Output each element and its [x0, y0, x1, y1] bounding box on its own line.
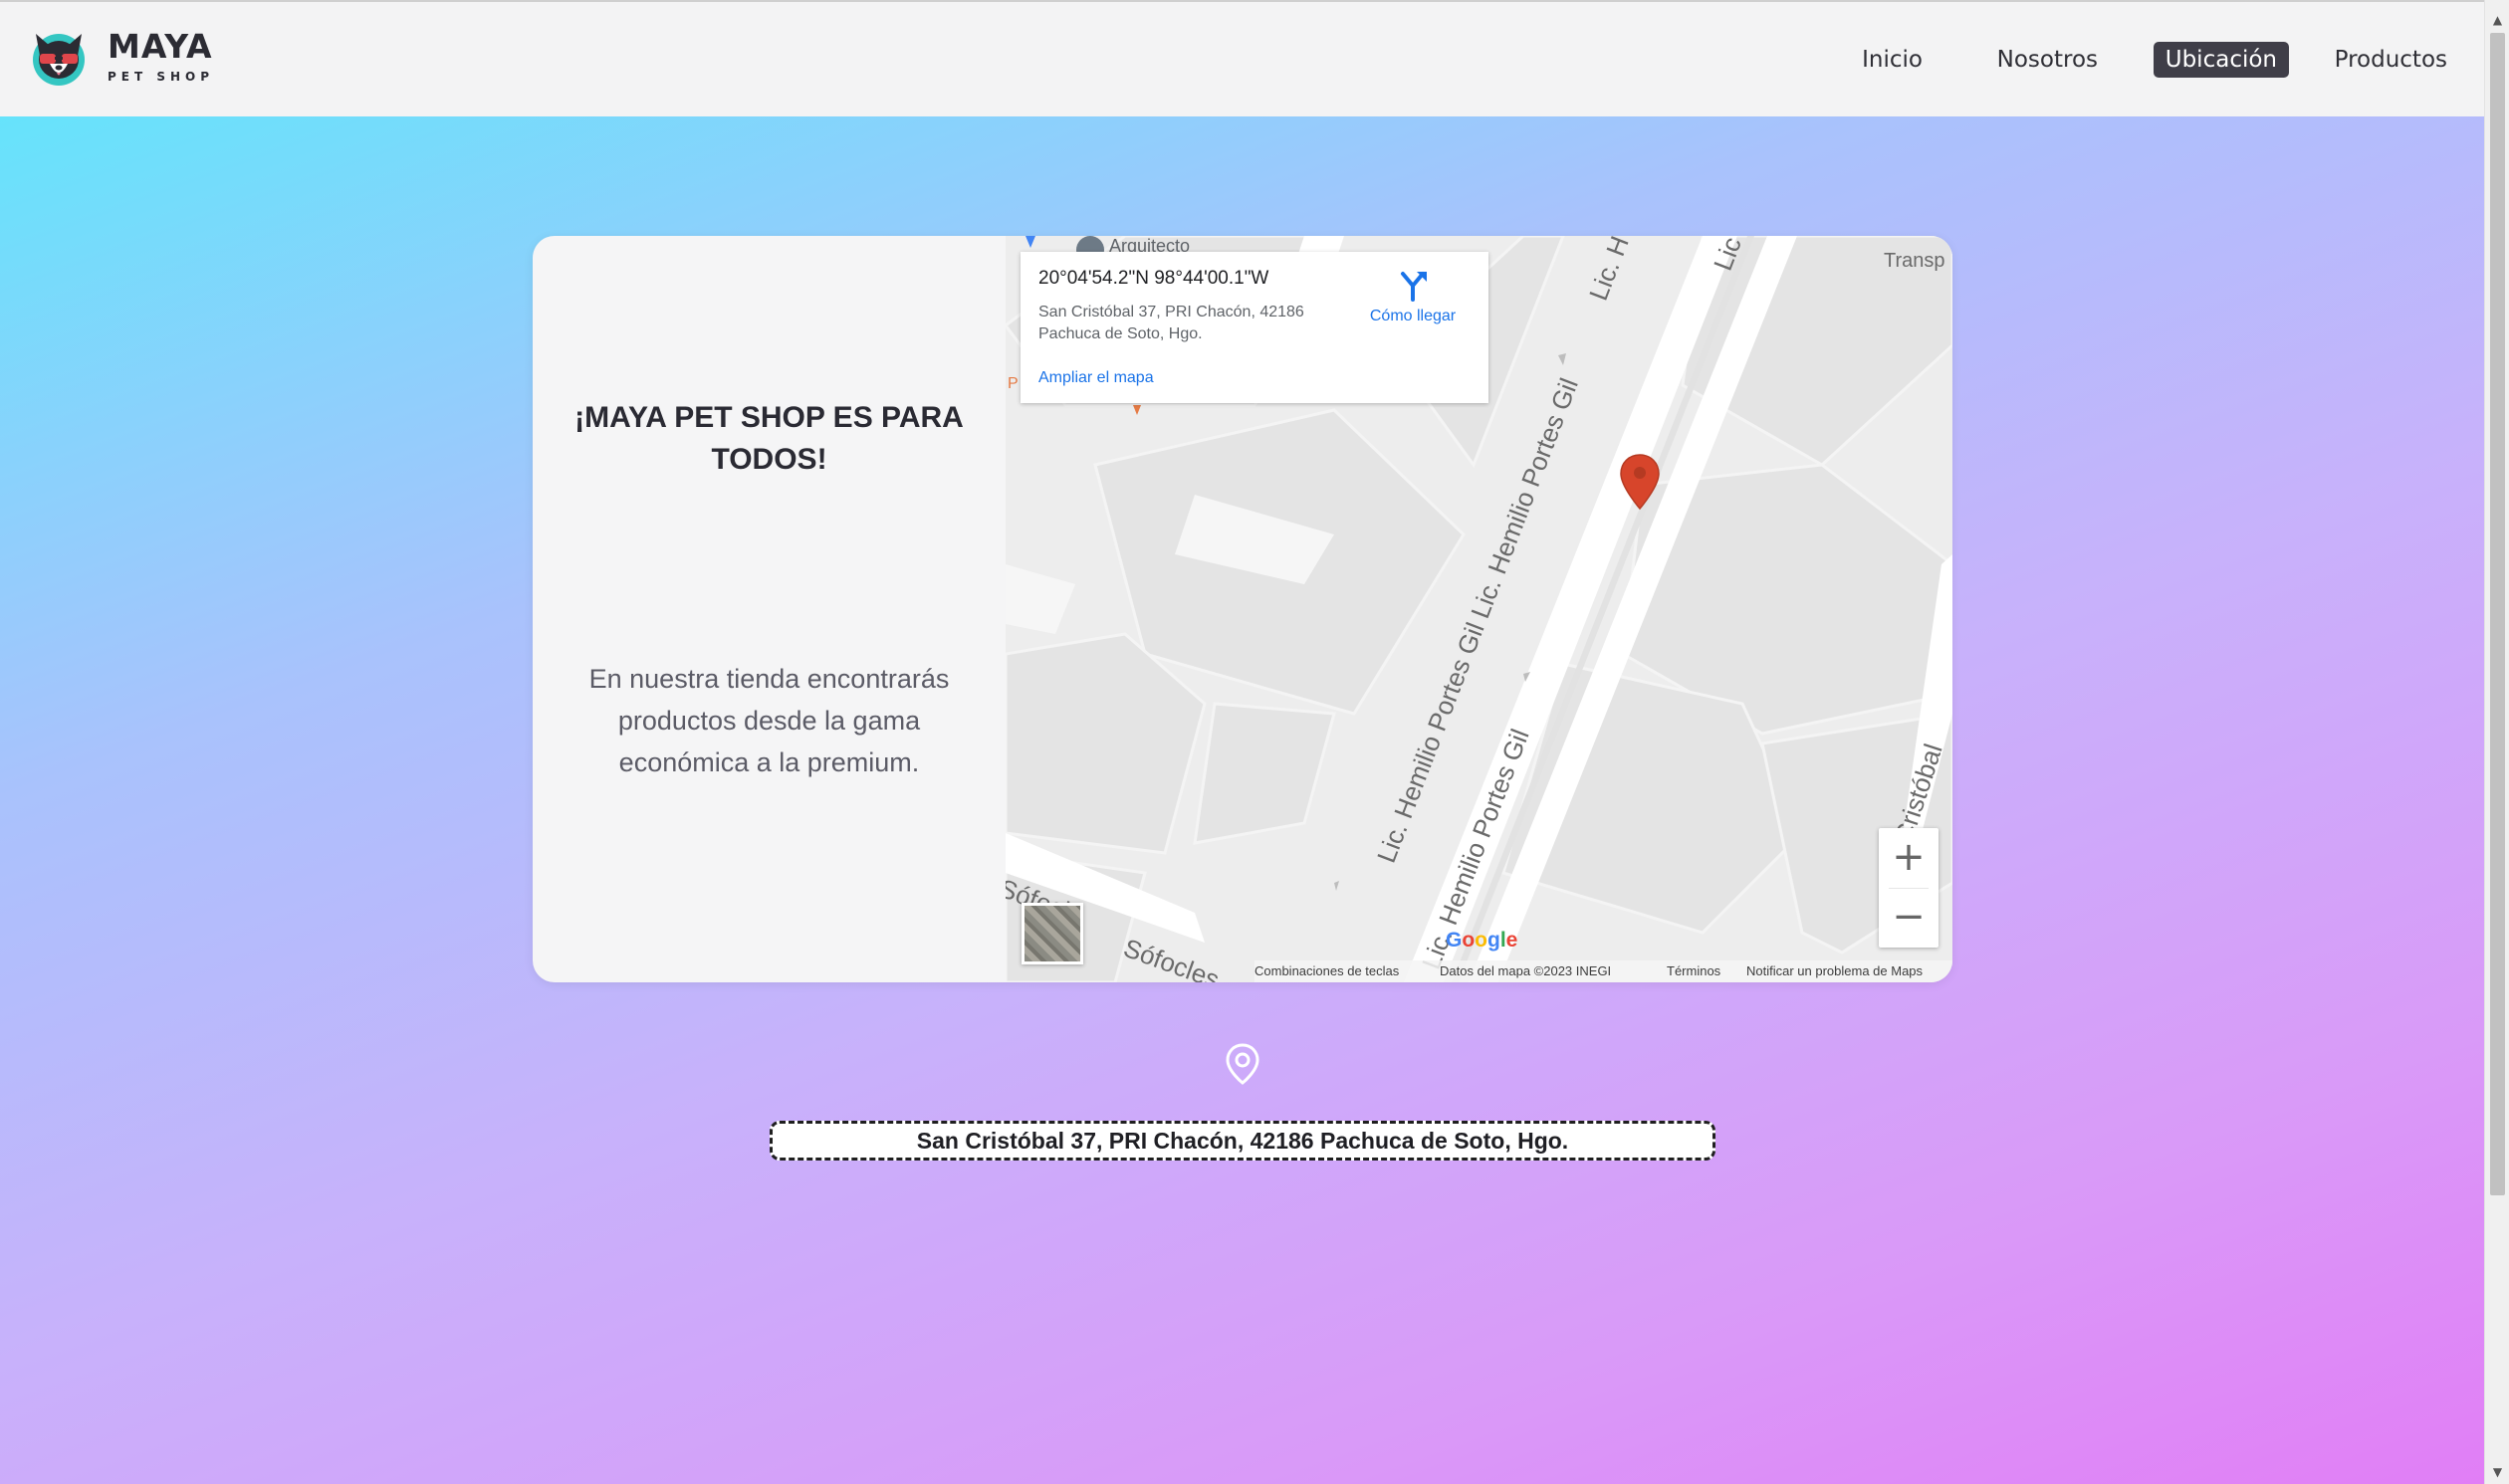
map-info-window: 20°04'54.2"N 98°44'00.1"W San Cristóbal … — [1021, 252, 1488, 403]
brand-name: MAYA — [108, 27, 213, 66]
brand-tagline: PET SHOP — [108, 70, 215, 84]
report-problem-link[interactable]: Notificar un problema de Maps — [1746, 963, 1923, 978]
brand[interactable]: MAYA PET SHOP — [28, 26, 214, 88]
embedded-map[interactable]: Lic. Hemilio Portes Gil Lic. Hemilio Por… — [1006, 236, 1952, 982]
info-coordinates: 20°04'54.2"N 98°44'00.1"W — [1038, 268, 1269, 289]
google-logo: Google — [1446, 929, 1518, 952]
scroll-thumb[interactable] — [2490, 33, 2505, 1195]
nav-inicio[interactable]: Inicio — [1850, 42, 1935, 78]
satellite-toggle-button[interactable] — [1022, 903, 1083, 964]
map-marker-icon[interactable] — [1619, 453, 1661, 511]
card-title: ¡MAYA PET SHOP ES PARA TODOS! — [574, 401, 964, 476]
map-data-attribution: Datos del mapa ©2023 INEGI — [1440, 963, 1612, 978]
poi-transp[interactable]: Transp — [1884, 250, 1945, 273]
zoom-out-button[interactable]: − — [1879, 888, 1939, 948]
info-address: San Cristóbal 37, PRI Chacón, 42186 Pach… — [1038, 304, 1304, 342]
enlarge-map-link[interactable]: Ampliar el mapa — [1038, 369, 1154, 387]
page-scrollbar[interactable]: ▲ ▼ — [2484, 0, 2509, 1484]
location-pin-icon — [1226, 1043, 1259, 1085]
nav-ubicacion[interactable]: Ubicación — [2153, 42, 2289, 78]
card-description: En nuestra tienda encontrarás productos … — [588, 664, 950, 777]
directions-link[interactable]: Cómo llegar — [1361, 308, 1465, 325]
map-attribution-bar: Combinaciones de teclas Datos del mapa ©… — [1254, 960, 1952, 982]
poi-p[interactable]: P — [1008, 375, 1019, 393]
location-card: ¡MAYA PET SHOP ES PARA TODOS! En nuestra… — [533, 236, 1952, 982]
directions-icon[interactable] — [1397, 270, 1429, 302]
dog-with-sunglasses-logo-icon — [33, 34, 85, 86]
zoom-control: + − — [1879, 828, 1939, 948]
keyboard-shortcuts-link[interactable]: Combinaciones de teclas — [1254, 963, 1399, 978]
zoom-in-button[interactable]: + — [1879, 828, 1939, 888]
scroll-down-arrow-icon[interactable]: ▼ — [2485, 1462, 2509, 1482]
nav-nosotros[interactable]: Nosotros — [1985, 42, 2110, 78]
terms-link[interactable]: Términos — [1667, 963, 1720, 978]
scroll-up-arrow-icon[interactable]: ▲ — [2485, 10, 2509, 30]
location-section: ¡MAYA PET SHOP ES PARA TODOS! En nuestra… — [0, 116, 2484, 1484]
address-label: San Cristóbal 37, PRI Chacón, 42186 Pach… — [770, 1121, 1715, 1161]
top-navbar: MAYA PET SHOP Inicio Nosotros Ubicación … — [0, 0, 2484, 116]
nav-productos[interactable]: Productos — [2323, 42, 2459, 78]
card-text-panel: ¡MAYA PET SHOP ES PARA TODOS! En nuestra… — [533, 236, 1006, 982]
